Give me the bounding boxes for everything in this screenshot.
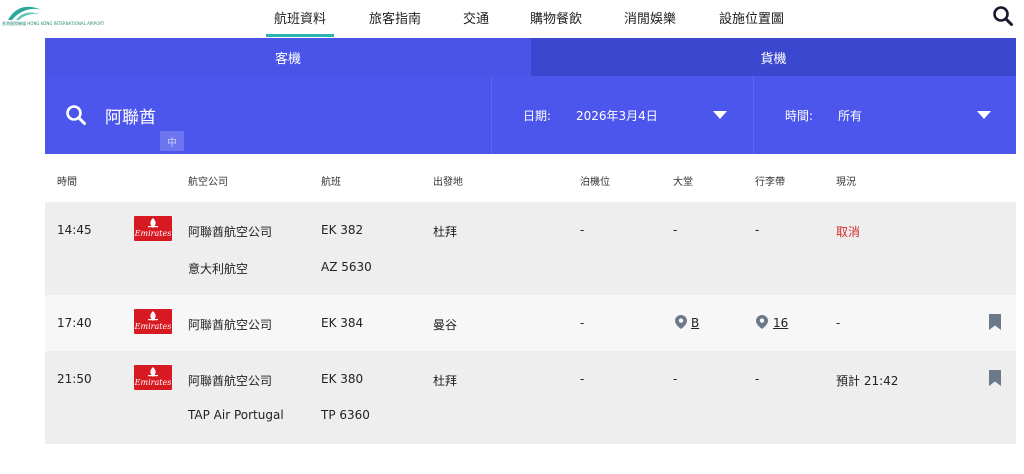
- airline-logo-text: Emirates: [134, 378, 172, 387]
- row-flight: EK 382: [321, 223, 364, 237]
- row-airline-codeshare: TAP Air Portugal: [188, 408, 284, 422]
- row-time: 17:40: [57, 316, 92, 330]
- tab-passenger[interactable]: 客機: [45, 38, 531, 76]
- nav-facilities-map[interactable]: 設施位置圖: [719, 8, 784, 27]
- col-hall: 大堂: [673, 177, 693, 188]
- flight-type-tabs: 客機 貨機: [45, 38, 1016, 76]
- flight-search-input[interactable]: [105, 100, 485, 130]
- row-flight: EK 380: [321, 372, 364, 386]
- row-time: 14:45: [57, 223, 92, 237]
- row-airline: 阿聯酋航空公司: [188, 318, 273, 332]
- map-pin-icon[interactable]: [756, 315, 768, 329]
- date-select[interactable]: 2026年3月4日: [576, 107, 658, 124]
- row-belt: -: [755, 372, 760, 386]
- row-flight-codeshare: TP 6360: [321, 408, 370, 422]
- nav-passenger-guide[interactable]: 旅客指南: [369, 8, 421, 27]
- emirates-logo: Emirates: [134, 309, 172, 334]
- col-origin: 出發地: [433, 177, 463, 188]
- flight-search-bar: 中 日期: 2026年3月4日 時間: 所有: [45, 76, 1016, 154]
- airline-logo-text: Emirates: [134, 229, 172, 238]
- col-time: 時間: [57, 177, 77, 188]
- col-status: 現況: [836, 177, 856, 188]
- nav-transport[interactable]: 交通: [463, 8, 489, 27]
- ime-indicator: 中: [160, 131, 184, 151]
- divider: [753, 76, 754, 154]
- col-airline: 航空公司: [188, 177, 228, 188]
- table-row[interactable]: 17:40 Emirates 阿聯酋航空公司 EK 384 曼谷 - B 16 …: [45, 295, 1016, 351]
- table-row[interactable]: 14:45 Emirates 阿聯酋航空公司 意大利航空 EK 382 AZ 5…: [45, 202, 1016, 295]
- time-label: 時間:: [785, 109, 814, 123]
- tab-cargo-label: 貨機: [760, 51, 787, 67]
- nav-shopping-dining[interactable]: 購物餐飲: [530, 8, 582, 27]
- row-stand: -: [580, 372, 585, 386]
- row-status: 預計 21:42: [836, 374, 899, 388]
- divider: [491, 76, 492, 154]
- col-belt: 行李帶: [755, 177, 785, 188]
- row-airline: 阿聯酋航空公司: [188, 374, 273, 388]
- emirates-emblem-icon: [148, 367, 158, 377]
- row-origin: 杜拜: [433, 225, 458, 239]
- flight-table-header: 時間 航空公司 航班 出發地 泊機位 大堂 行李帶 現況: [45, 154, 1016, 202]
- row-origin: 曼谷: [433, 318, 458, 332]
- airline-logo-text: Emirates: [134, 322, 172, 331]
- row-airline: 阿聯酋航空公司: [188, 225, 273, 239]
- row-origin: 杜拜: [433, 374, 458, 388]
- nav-flight-info[interactable]: 航班資料: [265, 8, 335, 37]
- main-menu: 航班資料 旅客指南 交通 購物餐飲 消閒娛樂 設施位置圖: [0, 0, 1024, 38]
- tab-passenger-label: 客機: [274, 51, 301, 67]
- chevron-down-icon[interactable]: [713, 111, 727, 119]
- row-belt: -: [755, 223, 760, 237]
- emirates-logo: Emirates: [134, 365, 172, 390]
- row-belt-link[interactable]: 16: [773, 316, 788, 330]
- row-hall: -: [673, 372, 678, 386]
- nav-leisure[interactable]: 消閒娛樂: [624, 8, 676, 27]
- row-hall-link[interactable]: B: [691, 316, 699, 330]
- emirates-emblem-icon: [148, 218, 158, 228]
- tab-cargo[interactable]: 貨機: [531, 38, 1016, 76]
- bookmark-icon[interactable]: [989, 370, 1001, 386]
- row-flight-codeshare: AZ 5630: [321, 260, 372, 274]
- row-flight: EK 384: [321, 316, 364, 330]
- row-stand: -: [580, 223, 585, 237]
- emirates-logo: Emirates: [134, 216, 172, 241]
- table-row[interactable]: 21:50 Emirates 阿聯酋航空公司 TAP Air Portugal …: [45, 351, 1016, 444]
- row-stand: -: [580, 316, 585, 330]
- date-label: 日期:: [523, 109, 552, 123]
- row-status: 取消: [836, 225, 861, 239]
- col-stand: 泊機位: [580, 177, 610, 188]
- col-flight: 航班: [321, 177, 341, 188]
- top-nav: 香港國際機場 HONG KONG INTERNATIONAL AIRPORT 航…: [0, 0, 1024, 38]
- row-status: -: [836, 316, 841, 330]
- time-select[interactable]: 所有: [838, 107, 862, 124]
- search-icon[interactable]: [992, 5, 1014, 27]
- row-time: 21:50: [57, 372, 92, 386]
- row-airline-codeshare: 意大利航空: [188, 262, 249, 276]
- search-icon: [66, 105, 86, 125]
- chevron-down-icon[interactable]: [977, 111, 991, 119]
- map-pin-icon[interactable]: [675, 315, 687, 329]
- emirates-emblem-icon: [148, 311, 158, 321]
- bookmark-icon[interactable]: [989, 314, 1001, 330]
- row-hall: -: [673, 223, 678, 237]
